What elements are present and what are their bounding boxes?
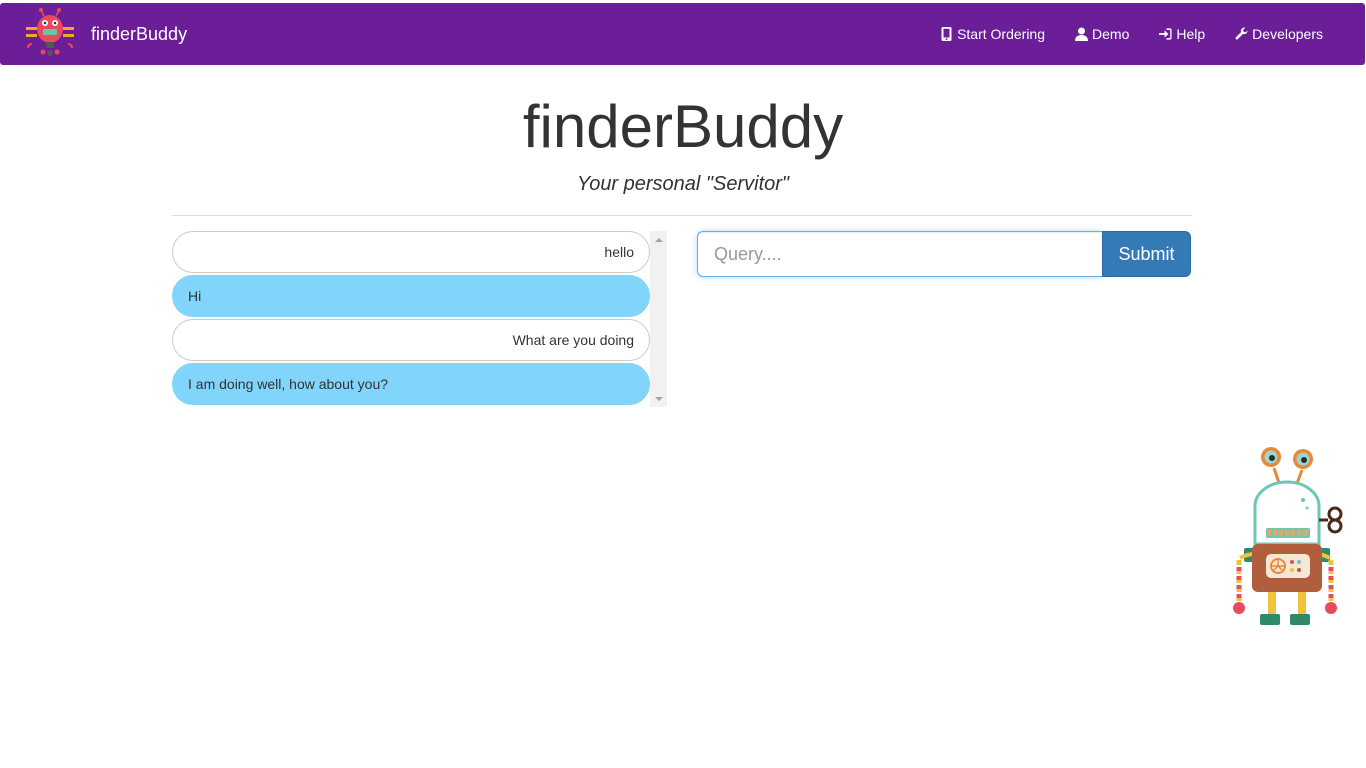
robot-mascot-illustration <box>1233 447 1343 625</box>
chat-message-user: hello <box>172 231 650 273</box>
nav-item-label: Developers <box>1252 26 1323 42</box>
nav-item-label: Demo <box>1092 26 1130 42</box>
header-divider <box>172 215 1192 216</box>
wrench-icon <box>1235 27 1248 40</box>
nav-links: Start Ordering Demo Help Developers <box>925 3 1365 65</box>
page-title: finderBuddy <box>522 93 844 160</box>
scroll-down-arrow-icon[interactable] <box>650 390 667 407</box>
brand-name: finderBuddy <box>91 23 188 44</box>
message-text: Hi <box>188 288 202 304</box>
submit-button[interactable]: Submit <box>1102 231 1191 277</box>
chat-message-bot: Hi <box>172 275 650 317</box>
nav-item-help[interactable]: Help <box>1144 3 1220 65</box>
nav-item-start-ordering[interactable]: Start Ordering <box>925 3 1060 65</box>
chat-message-list[interactable]: hello Hi What are you doing I am doing w… <box>172 231 650 407</box>
robot-logo-icon <box>26 8 74 56</box>
page-subtitle: Your personal "Servitor" <box>576 173 790 195</box>
chat-scrollbar[interactable] <box>650 231 667 407</box>
chat-panel: hello Hi What are you doing I am doing w… <box>172 231 667 407</box>
user-icon <box>1075 27 1089 41</box>
sign-in-icon <box>1159 28 1172 40</box>
chat-message-bot: I am doing well, how about you? <box>172 363 650 405</box>
brand-link[interactable]: finderBuddy <box>0 3 187 65</box>
nav-item-label: Help <box>1176 26 1206 42</box>
nav-item-demo[interactable]: Demo <box>1060 3 1144 65</box>
message-text: I am doing well, how about you? <box>188 376 389 392</box>
query-form: Submit <box>697 231 1191 277</box>
query-input[interactable] <box>697 231 1102 277</box>
chat-message-user: What are you doing <box>172 319 650 361</box>
phone-icon <box>941 27 952 41</box>
message-text: What are you doing <box>512 332 634 348</box>
message-text: hello <box>604 244 634 260</box>
top-navbar: finderBuddy Start Ordering Demo Help Dev… <box>0 3 1365 65</box>
nav-item-label: Start Ordering <box>957 26 1046 42</box>
scroll-up-arrow-icon[interactable] <box>650 231 667 248</box>
nav-item-developers[interactable]: Developers <box>1220 3 1338 65</box>
